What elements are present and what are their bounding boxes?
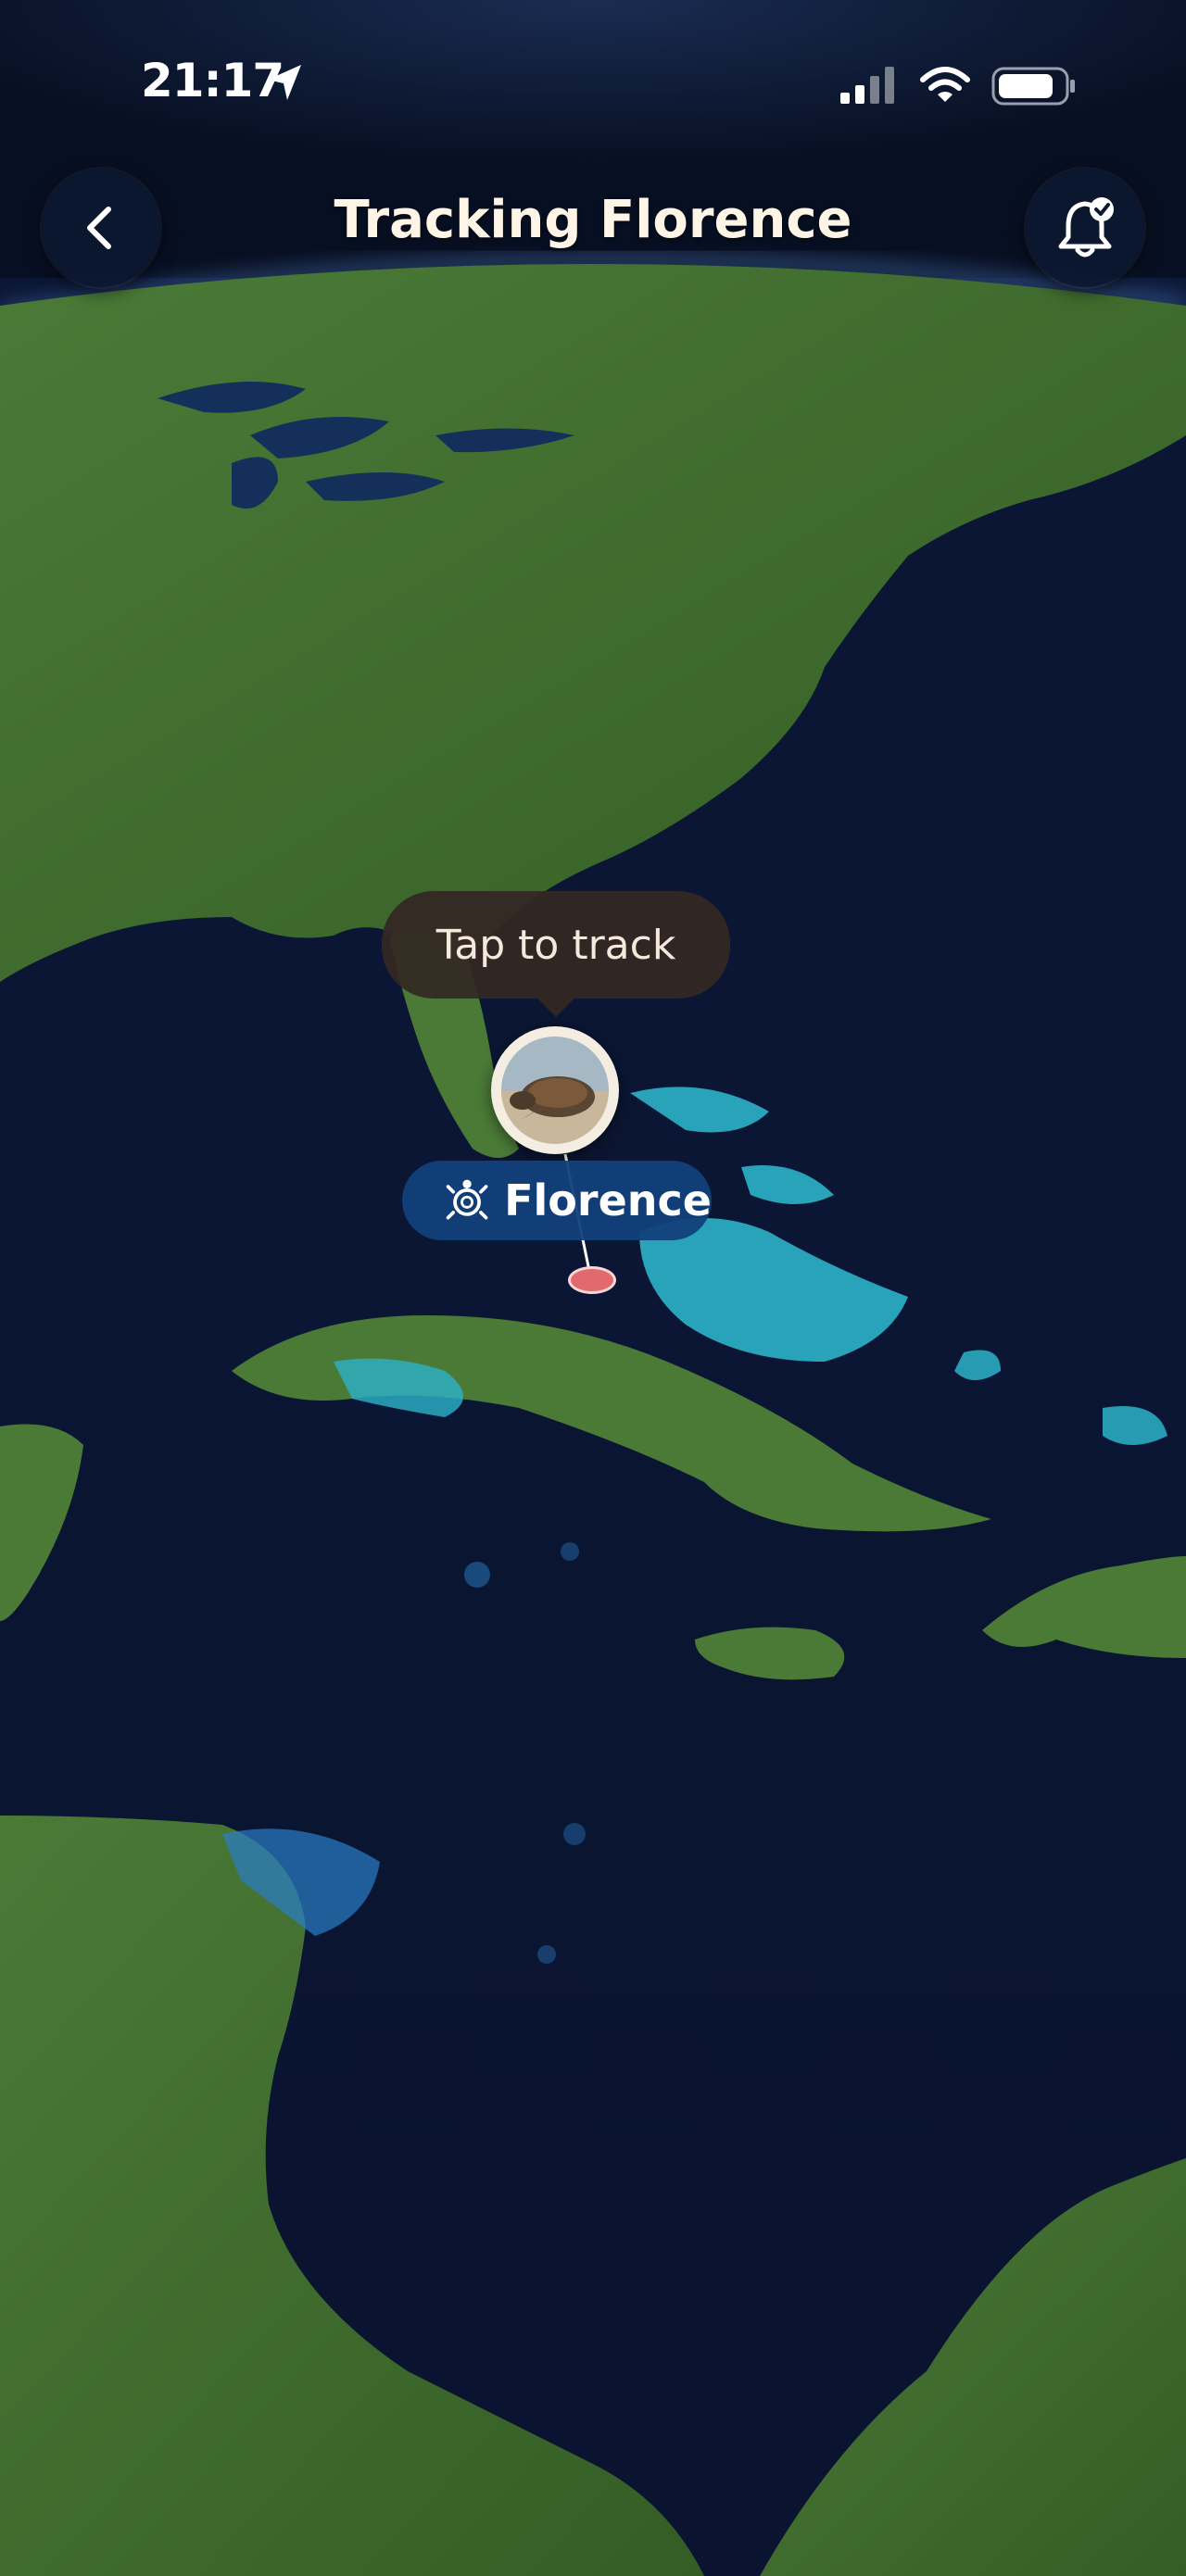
turtle-icon [446, 1179, 488, 1220]
status-time: 21:17 [141, 54, 284, 107]
bell-check-icon [1058, 197, 1114, 258]
location-arrow-icon [268, 65, 301, 100]
battery-icon [991, 67, 1075, 106]
animal-name: Florence [504, 1175, 712, 1225]
tooltip-tail [536, 997, 576, 1017]
animal-name-pill[interactable]: Florence [402, 1161, 712, 1240]
current-position-dot[interactable] [568, 1266, 616, 1294]
cellular-signal-icon [840, 67, 894, 104]
animal-avatar[interactable] [491, 1026, 619, 1154]
back-button[interactable] [42, 169, 160, 287]
wifi-icon [920, 67, 970, 102]
status-bar: 21:17 [0, 0, 1186, 176]
tooltip-label: Tap to track [435, 921, 676, 969]
chevron-left-icon [87, 207, 111, 249]
page-title: Tracking Florence [334, 190, 852, 250]
tap-to-track-tooltip[interactable]: Tap to track [382, 891, 730, 999]
alerts-button[interactable] [1026, 169, 1144, 287]
sea-turtle-photo [501, 1037, 609, 1144]
